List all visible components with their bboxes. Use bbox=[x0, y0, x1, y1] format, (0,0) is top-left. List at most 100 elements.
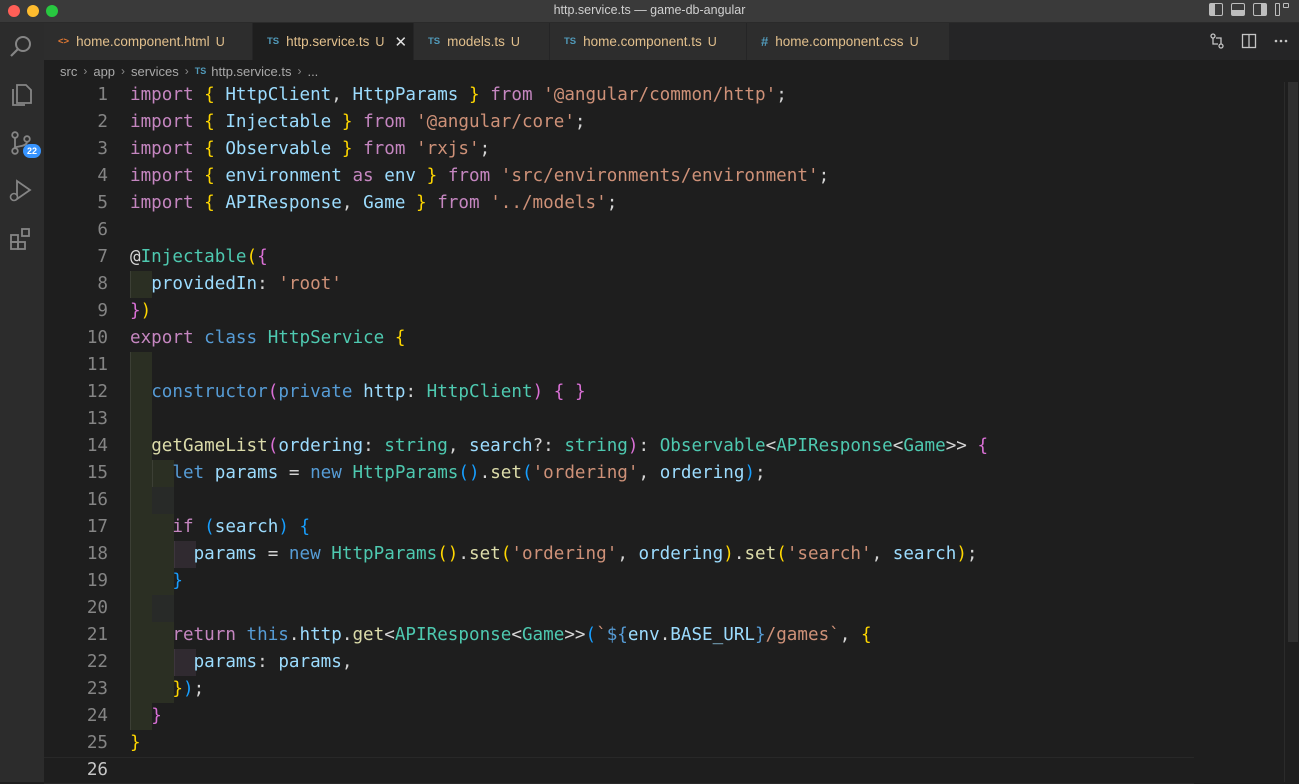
code-line: export class HttpService { bbox=[130, 328, 406, 348]
typescript-file-icon: TS bbox=[194, 66, 207, 76]
typescript-file-icon: TS bbox=[564, 36, 577, 47]
editor-scrollbar[interactable] bbox=[1284, 82, 1299, 782]
code-line: providedIn: 'root' bbox=[151, 274, 342, 294]
tab-label: http.service.ts bbox=[286, 34, 370, 49]
untracked-status: U bbox=[707, 34, 717, 49]
line-number: 15 bbox=[86, 463, 108, 483]
code-line: return this.http.get<APIResponse<Game>>(… bbox=[172, 625, 872, 645]
breadcrumb-app[interactable]: app bbox=[93, 64, 115, 79]
toggle-primary-sidebar-icon[interactable] bbox=[1209, 3, 1223, 16]
more-actions-icon[interactable] bbox=[1273, 33, 1289, 52]
line-number: 21 bbox=[86, 625, 108, 645]
tab-http-service-ts[interactable]: TS http.service.ts U ✕ bbox=[253, 23, 414, 60]
line-number: 25 bbox=[86, 733, 108, 753]
line-number: 12 bbox=[86, 382, 108, 402]
code-line: } bbox=[172, 571, 183, 591]
search-icon[interactable] bbox=[6, 32, 36, 62]
close-tab-icon[interactable]: ✕ bbox=[394, 33, 407, 51]
extensions-icon[interactable] bbox=[6, 224, 36, 254]
typescript-file-icon: TS bbox=[428, 36, 441, 47]
line-number: 1 bbox=[97, 85, 108, 105]
run-debug-icon[interactable] bbox=[6, 176, 36, 206]
line-number: 9 bbox=[97, 301, 108, 321]
line-number: 19 bbox=[86, 571, 108, 591]
line-number: 22 bbox=[86, 652, 108, 672]
code-line: import { environment as env } from 'src/… bbox=[130, 166, 830, 186]
breadcrumb-file[interactable]: http.service.ts bbox=[211, 64, 291, 79]
code-line: params: params, bbox=[193, 652, 353, 672]
line-number: 5 bbox=[97, 193, 108, 213]
compare-changes-icon[interactable] bbox=[1209, 33, 1225, 52]
html-file-icon: <> bbox=[58, 36, 70, 47]
tab-home-component-ts[interactable]: TS home.component.ts U bbox=[550, 23, 747, 60]
window-title: http.service.ts — game-db-angular bbox=[553, 3, 746, 17]
code-line: params = new HttpParams().set('ordering'… bbox=[193, 544, 978, 564]
line-number: 8 bbox=[97, 274, 108, 294]
line-number: 3 bbox=[97, 139, 108, 159]
tab-label: home.component.css bbox=[775, 34, 904, 49]
line-number-current: 26 bbox=[86, 760, 108, 780]
css-file-icon: # bbox=[761, 34, 769, 49]
code-line: }); bbox=[172, 679, 205, 699]
scrollbar-thumb[interactable] bbox=[1288, 82, 1298, 642]
untracked-status: U bbox=[375, 34, 385, 49]
line-number: 14 bbox=[86, 436, 108, 456]
code-line: }) bbox=[130, 301, 152, 321]
line-number: 4 bbox=[97, 166, 108, 186]
breadcrumb-symbols[interactable]: ... bbox=[307, 64, 318, 79]
line-number: 18 bbox=[86, 544, 108, 564]
line-number: 23 bbox=[86, 679, 108, 699]
typescript-file-icon: TS bbox=[267, 36, 280, 47]
split-editor-icon[interactable] bbox=[1241, 33, 1257, 52]
line-number: 16 bbox=[86, 490, 108, 510]
toggle-panel-icon[interactable] bbox=[1231, 3, 1245, 16]
untracked-status: U bbox=[510, 34, 520, 49]
untracked-status: U bbox=[215, 34, 225, 49]
tab-label: models.ts bbox=[447, 34, 505, 49]
line-number: 2 bbox=[97, 112, 108, 132]
editor-tabs: <> home.component.html U TS http.service… bbox=[44, 23, 1299, 60]
source-control-icon[interactable]: 22 bbox=[6, 128, 41, 158]
line-number: 17 bbox=[86, 517, 108, 537]
code-line: @Injectable({ bbox=[130, 247, 268, 267]
line-number: 11 bbox=[86, 355, 108, 375]
code-line: constructor(private http: HttpClient) { … bbox=[151, 382, 586, 402]
customize-layout-icon[interactable] bbox=[1275, 3, 1289, 16]
code-line: import { Injectable } from '@angular/cor… bbox=[130, 112, 586, 132]
title-bar: http.service.ts — game-db-angular bbox=[0, 0, 1299, 23]
tab-models-ts[interactable]: TS models.ts U bbox=[414, 23, 550, 60]
untracked-status: U bbox=[909, 34, 919, 49]
code-editor[interactable]: 1 2 3 4 5 6 7 8 9 10 11 12 13 14 15 16 1… bbox=[44, 82, 1284, 784]
chevron-right-icon: › bbox=[83, 64, 88, 78]
code-line: import { APIResponse, Game } from '../mo… bbox=[130, 193, 618, 213]
code-line: if (search) { bbox=[172, 517, 311, 537]
editor-actions bbox=[1209, 33, 1289, 52]
code-line: import { HttpClient, HttpParams } from '… bbox=[130, 85, 787, 105]
line-number: 20 bbox=[86, 598, 108, 618]
chevron-right-icon: › bbox=[297, 64, 302, 78]
line-number: 10 bbox=[86, 328, 108, 348]
breadcrumb: src › app › services › TS http.service.t… bbox=[44, 60, 1299, 82]
line-number: 7 bbox=[97, 247, 108, 267]
tab-label: home.component.html bbox=[76, 34, 210, 49]
tab-home-component-css[interactable]: # home.component.css U bbox=[747, 23, 950, 60]
line-number: 6 bbox=[97, 220, 108, 240]
code-line: } bbox=[130, 733, 141, 753]
chevron-right-icon: › bbox=[121, 64, 126, 78]
layout-controls bbox=[1209, 3, 1289, 16]
toggle-secondary-sidebar-icon[interactable] bbox=[1253, 3, 1267, 16]
code-line: getGameList(ordering: string, search?: s… bbox=[151, 436, 989, 456]
line-number: 13 bbox=[86, 409, 108, 429]
breadcrumb-services[interactable]: services bbox=[131, 64, 179, 79]
breadcrumb-src[interactable]: src bbox=[60, 64, 77, 79]
explorer-icon[interactable] bbox=[6, 80, 36, 110]
code-line: let params = new HttpParams().set('order… bbox=[172, 463, 766, 483]
code-line: import { Observable } from 'rxjs'; bbox=[130, 139, 491, 159]
tab-home-component-html[interactable]: <> home.component.html U bbox=[44, 23, 253, 60]
source-control-badge: 22 bbox=[23, 144, 41, 158]
code-line: } bbox=[151, 706, 162, 726]
activity-bar: 22 bbox=[0, 23, 44, 782]
line-number: 24 bbox=[86, 706, 108, 726]
tab-label: home.component.ts bbox=[583, 34, 702, 49]
chevron-right-icon: › bbox=[184, 64, 189, 78]
